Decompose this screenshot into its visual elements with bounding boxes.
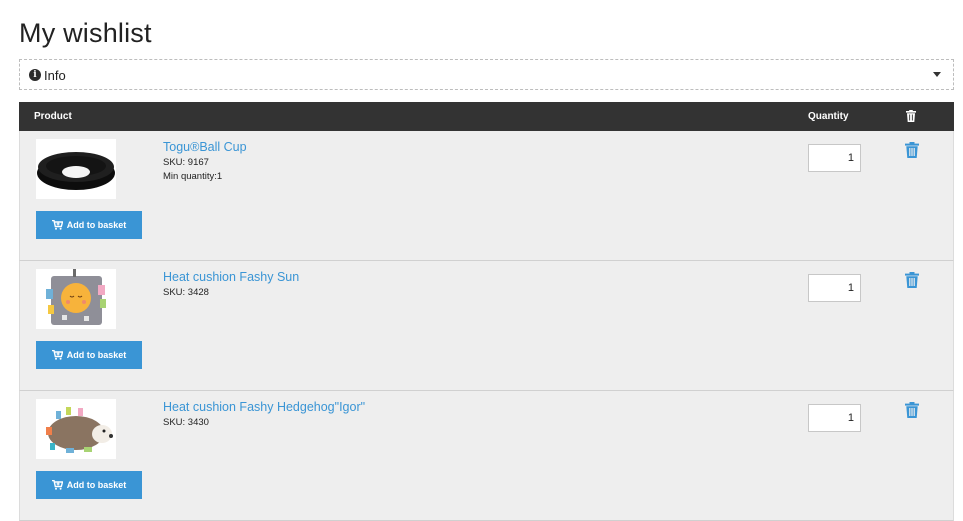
page-title: My wishlist: [19, 18, 152, 48]
product-sku: SKU: 3428: [163, 287, 209, 298]
column-header-product: Product: [34, 111, 72, 122]
cart-icon: [51, 480, 63, 490]
quantity-input[interactable]: [808, 274, 861, 302]
add-to-basket-button[interactable]: Add to basket: [36, 471, 142, 499]
add-to-basket-label: Add to basket: [66, 220, 127, 230]
info-accordion[interactable]: i Info: [19, 59, 954, 90]
product-sku: SKU: 9167: [163, 157, 209, 168]
product-sku: SKU: 3430: [163, 417, 209, 428]
add-to-basket-button[interactable]: Add to basket: [36, 341, 142, 369]
table-row: Add to basket Togu®Ball Cup SKU: 9167 Mi…: [19, 131, 954, 261]
table-row: Add to basket Heat cushion Fashy Sun SKU…: [19, 261, 954, 391]
table-header: Product Quantity: [19, 102, 954, 131]
quantity-input[interactable]: [808, 404, 861, 432]
delete-all-icon[interactable]: [906, 110, 916, 125]
info-label: Info: [44, 68, 66, 83]
product-name-link[interactable]: Heat cushion Fashy Hedgehog"Igor": [163, 400, 365, 414]
quantity-input[interactable]: [808, 144, 861, 172]
chevron-down-icon[interactable]: [933, 72, 941, 77]
cart-icon: [51, 350, 63, 360]
trash-icon[interactable]: [905, 402, 919, 418]
product-name-link[interactable]: Heat cushion Fashy Sun: [163, 270, 299, 284]
add-to-basket-label: Add to basket: [66, 480, 127, 490]
add-to-basket-label: Add to basket: [66, 350, 127, 360]
trash-icon[interactable]: [905, 142, 919, 158]
product-image[interactable]: [36, 399, 116, 459]
product-image[interactable]: [36, 139, 116, 199]
trash-icon[interactable]: [905, 272, 919, 288]
product-min-quantity: Min quantity:1: [163, 171, 223, 182]
table-row: Add to basket Heat cushion Fashy Hedgeho…: [19, 391, 954, 521]
product-image[interactable]: [36, 269, 116, 329]
info-icon: i: [29, 69, 41, 81]
cart-icon: [51, 220, 63, 230]
column-header-quantity: Quantity: [808, 111, 849, 122]
product-name-link[interactable]: Togu®Ball Cup: [163, 140, 247, 154]
wishlist-table: Product Quantity Add to basket Togu®Ball…: [19, 102, 954, 521]
add-to-basket-button[interactable]: Add to basket: [36, 211, 142, 239]
